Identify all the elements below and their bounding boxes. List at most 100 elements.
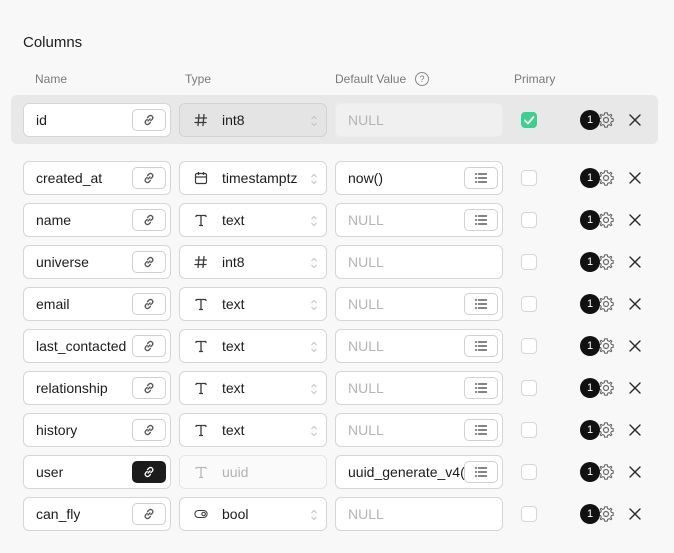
column-name-input[interactable]: can_fly — [23, 497, 171, 531]
remove-column-button[interactable] — [626, 505, 644, 523]
column-type-select[interactable]: text — [179, 203, 327, 237]
column-type-select[interactable]: bool — [179, 497, 327, 531]
default-value-suggestions-button[interactable] — [464, 419, 498, 441]
close-icon — [628, 213, 642, 227]
count-badge: 1 — [580, 210, 600, 230]
primary-key-checkbox[interactable] — [521, 506, 537, 522]
default-value-input[interactable]: NULL — [335, 497, 503, 531]
remove-column-button[interactable] — [626, 337, 644, 355]
primary-key-checkbox[interactable] — [521, 254, 537, 270]
default-value-suggestions-button[interactable] — [464, 335, 498, 357]
remove-column-button[interactable] — [626, 111, 644, 129]
close-icon — [628, 113, 642, 127]
help-icon[interactable]: ? — [415, 72, 429, 86]
column-type-select[interactable]: int8 — [179, 245, 327, 279]
section-title: Columns — [23, 34, 83, 51]
column-type-text: int8 — [222, 254, 245, 270]
default-value-input[interactable]: NULL — [335, 203, 503, 237]
column-name-input[interactable]: email — [23, 287, 171, 321]
chevron-updown-icon — [310, 382, 318, 396]
foreign-key-button[interactable] — [132, 251, 166, 273]
column-type-select[interactable]: text — [179, 287, 327, 321]
chevron-updown-icon — [310, 214, 318, 228]
default-value-text: NULL — [348, 506, 384, 522]
default-value-input[interactable]: NULL — [335, 245, 503, 279]
column-name-text: created_at — [36, 170, 103, 186]
primary-key-checkbox[interactable] — [521, 296, 537, 312]
default-value-input[interactable]: NULL — [335, 287, 503, 321]
close-icon — [628, 507, 642, 521]
link-icon — [142, 255, 156, 269]
column-type-select[interactable]: text — [179, 329, 327, 363]
column-type-select[interactable]: timestamptz — [179, 161, 327, 195]
primary-key-checkbox[interactable] — [521, 212, 537, 228]
default-value-input[interactable]: uuid_generate_v4() — [335, 455, 503, 489]
chevron-updown-icon — [310, 424, 318, 438]
columns-header: Name Type Default Value ? Primary — [0, 72, 674, 88]
column-name-input[interactable]: relationship — [23, 371, 171, 405]
remove-column-button[interactable] — [626, 463, 644, 481]
remove-column-button[interactable] — [626, 295, 644, 313]
primary-key-checkbox[interactable] — [521, 112, 537, 128]
default-value-input[interactable]: NULL — [335, 329, 503, 363]
column-name-input[interactable]: last_contacted — [23, 329, 171, 363]
column-type-text: int8 — [222, 112, 245, 128]
foreign-key-button[interactable] — [132, 503, 166, 525]
column-row: can_fly bool NULL 1 — [0, 497, 674, 531]
text-icon — [194, 339, 208, 353]
column-type-text: text — [222, 296, 245, 312]
default-value-input[interactable]: now() — [335, 161, 503, 195]
text-icon — [194, 423, 208, 437]
primary-key-checkbox[interactable] — [521, 380, 537, 396]
foreign-key-button[interactable] — [132, 335, 166, 357]
column-name-input[interactable]: history — [23, 413, 171, 447]
column-name-input[interactable]: universe — [23, 245, 171, 279]
default-value-suggestions-button[interactable] — [464, 461, 498, 483]
default-value-suggestions-button[interactable] — [464, 377, 498, 399]
list-icon — [474, 214, 488, 226]
chevron-updown-icon — [310, 508, 318, 522]
column-type-select[interactable]: int8 — [179, 103, 327, 137]
column-name-input[interactable]: id — [23, 103, 171, 137]
column-row: user uuid uuid_generate_v4() 1 — [0, 455, 674, 489]
remove-column-button[interactable] — [626, 253, 644, 271]
default-value-suggestions-button[interactable] — [464, 293, 498, 315]
default-value-input[interactable]: NULL — [335, 371, 503, 405]
column-name-text: user — [36, 464, 64, 480]
link-icon — [142, 113, 156, 127]
foreign-key-button[interactable] — [132, 209, 166, 231]
foreign-key-button[interactable] — [132, 377, 166, 399]
foreign-key-button[interactable] — [132, 293, 166, 315]
column-type-select[interactable]: text — [179, 413, 327, 447]
primary-key-checkbox[interactable] — [521, 464, 537, 480]
remove-column-button[interactable] — [626, 421, 644, 439]
column-name-input[interactable]: created_at — [23, 161, 171, 195]
check-icon — [522, 113, 536, 127]
column-row: relationship text NULL 1 — [0, 371, 674, 405]
remove-column-button[interactable] — [626, 211, 644, 229]
remove-column-button[interactable] — [626, 379, 644, 397]
primary-key-checkbox[interactable] — [521, 338, 537, 354]
default-value-suggestions-button[interactable] — [464, 167, 498, 189]
column-row: history text NULL 1 — [0, 413, 674, 447]
foreign-key-button[interactable] — [132, 109, 166, 131]
column-type-select[interactable]: text — [179, 371, 327, 405]
foreign-key-button[interactable] — [132, 167, 166, 189]
list-icon — [474, 172, 488, 184]
foreign-key-button[interactable] — [132, 419, 166, 441]
link-icon — [142, 339, 156, 353]
link-icon — [142, 171, 156, 185]
column-name-input[interactable]: user — [23, 455, 171, 489]
default-value-input[interactable]: NULL — [335, 413, 503, 447]
default-value-suggestions-button[interactable] — [464, 209, 498, 231]
chevron-updown-icon — [310, 256, 318, 270]
column-name-input[interactable]: name — [23, 203, 171, 237]
default-value-input[interactable]: NULL — [335, 103, 503, 137]
primary-key-checkbox[interactable] — [521, 170, 537, 186]
list-icon — [474, 382, 488, 394]
count-badge: 1 — [580, 110, 600, 130]
remove-column-button[interactable] — [626, 169, 644, 187]
primary-key-checkbox[interactable] — [521, 422, 537, 438]
link-icon — [142, 381, 156, 395]
foreign-key-button[interactable] — [132, 461, 166, 483]
